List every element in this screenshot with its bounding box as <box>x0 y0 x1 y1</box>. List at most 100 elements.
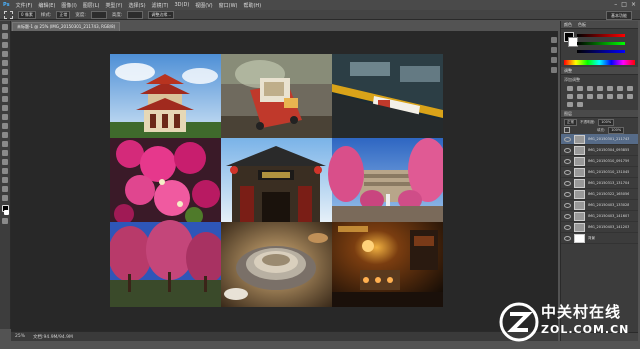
gradient-map-icon[interactable] <box>567 102 573 107</box>
workspace-select[interactable]: 基本功能 <box>606 11 632 20</box>
layer-row[interactable]: IMG_20150403_141607 <box>561 211 638 222</box>
properties-panel-icon[interactable] <box>551 47 557 53</box>
move-tool-icon[interactable] <box>2 24 8 30</box>
history-panel-icon[interactable] <box>551 37 557 43</box>
menu-3d[interactable]: 3D(D) <box>172 2 193 8</box>
width-input[interactable] <box>90 10 107 19</box>
red-slider[interactable] <box>577 34 625 37</box>
selective-color-icon[interactable] <box>577 102 583 107</box>
tab-color[interactable]: 颜色 <box>564 21 572 28</box>
menu-filter[interactable]: 滤镜(T) <box>149 2 172 9</box>
visibility-eye-icon[interactable] <box>564 169 571 175</box>
crop-icon[interactable] <box>2 60 8 66</box>
tab-swatches[interactable]: 色板 <box>578 21 586 28</box>
menu-image[interactable]: 图像(I) <box>58 2 79 9</box>
menu-window[interactable]: 窗口(W) <box>216 2 241 9</box>
zoom-level[interactable]: 25% <box>15 334 25 339</box>
background-color-swatch[interactable] <box>4 210 9 215</box>
visibility-eye-icon[interactable] <box>564 213 571 219</box>
height-input[interactable] <box>127 10 144 19</box>
blur-icon[interactable] <box>2 132 8 138</box>
layer-row[interactable]: IMG_20150313_131704 <box>561 178 638 189</box>
shape-icon[interactable] <box>2 177 8 183</box>
tab-layers[interactable]: 图层 <box>564 110 572 117</box>
green-slider[interactable] <box>577 42 625 45</box>
brush-panel-icon[interactable] <box>551 67 557 73</box>
lasso-icon[interactable] <box>2 42 8 48</box>
photo-filter-icon[interactable] <box>577 94 583 99</box>
pen-icon[interactable] <box>2 150 8 156</box>
status-bar: 25% 文档:94.9M/94.9M <box>11 331 558 341</box>
vibrance-icon[interactable] <box>607 86 613 91</box>
fill-input[interactable]: 100% <box>608 126 625 134</box>
marquee-tool-icon[interactable] <box>4 10 13 19</box>
app-logo[interactable]: Ps <box>0 2 13 8</box>
visibility-eye-icon[interactable] <box>564 136 571 142</box>
document-canvas[interactable] <box>110 54 443 307</box>
layer-row[interactable]: IMG_20150403_141203 <box>561 222 638 233</box>
brightness-icon[interactable] <box>567 86 573 91</box>
gradient-icon[interactable] <box>2 123 8 129</box>
layer-row[interactable]: IMG_20150310_091759 <box>561 156 638 167</box>
layer-row[interactable]: IMG_20150322_165056 <box>561 189 638 200</box>
clone-stamp-icon[interactable] <box>2 96 8 102</box>
eyedropper-icon[interactable] <box>2 69 8 75</box>
menu-type[interactable]: 类型(Y) <box>102 2 125 9</box>
path-select-icon[interactable] <box>2 168 8 174</box>
blue-slider[interactable] <box>577 50 625 53</box>
menu-layer[interactable]: 图层(L) <box>80 2 103 9</box>
zoom-icon[interactable] <box>2 195 8 201</box>
minimize-icon[interactable]: – <box>614 1 617 8</box>
hand-icon[interactable] <box>2 186 8 192</box>
visibility-eye-icon[interactable] <box>564 147 571 153</box>
color-lookup-icon[interactable] <box>597 94 603 99</box>
hue-saturation-icon[interactable] <box>617 86 623 91</box>
info-panel-icon[interactable] <box>551 57 557 63</box>
curves-icon[interactable] <box>587 86 593 91</box>
brush-icon[interactable] <box>2 87 8 93</box>
feather-input[interactable]: 0 像素 <box>18 10 36 19</box>
lock-icon[interactable] <box>564 127 570 133</box>
layer-row[interactable]: IMG_20150304_093855 <box>561 145 638 156</box>
healing-brush-icon[interactable] <box>2 78 8 84</box>
channel-mixer-icon[interactable] <box>587 94 593 99</box>
visibility-eye-icon[interactable] <box>564 235 571 241</box>
dodge-icon[interactable] <box>2 141 8 147</box>
visibility-eye-icon[interactable] <box>564 202 571 208</box>
menu-help[interactable]: 帮助(H) <box>240 2 264 9</box>
threshold-icon[interactable] <box>627 94 633 99</box>
opacity-input[interactable]: 100% <box>598 118 615 126</box>
layer-thumbnail <box>574 134 585 144</box>
quick-select-icon[interactable] <box>2 51 8 57</box>
visibility-eye-icon[interactable] <box>564 191 571 197</box>
history-brush-icon[interactable] <box>2 105 8 111</box>
color-spectrum[interactable] <box>564 60 635 65</box>
invert-icon[interactable] <box>607 94 613 99</box>
marquee-icon[interactable] <box>2 33 8 39</box>
layer-row[interactable]: IMG_20150301_211743 <box>561 134 638 145</box>
black-white-icon[interactable] <box>567 94 573 99</box>
refine-edge-button[interactable]: 调整边缘... <box>148 10 175 19</box>
menu-view[interactable]: 视图(V) <box>192 2 215 9</box>
exposure-icon[interactable] <box>597 86 603 91</box>
posterize-icon[interactable] <box>617 94 623 99</box>
layer-row[interactable]: 背景 <box>561 233 638 244</box>
visibility-eye-icon[interactable] <box>564 180 571 186</box>
visibility-eye-icon[interactable] <box>564 158 571 164</box>
eraser-icon[interactable] <box>2 114 8 120</box>
menu-edit[interactable]: 编辑(E) <box>35 2 58 9</box>
color-balance-icon[interactable] <box>627 86 633 91</box>
type-icon[interactable] <box>2 159 8 165</box>
menu-select[interactable]: 选择(S) <box>125 2 148 9</box>
layer-row[interactable]: IMG_20150403_133028 <box>561 200 638 211</box>
quick-mask-icon[interactable] <box>2 218 8 224</box>
blend-mode-select[interactable]: 正常 <box>564 118 577 126</box>
levels-icon[interactable] <box>577 86 583 91</box>
visibility-eye-icon[interactable] <box>564 224 571 230</box>
style-select[interactable]: 正常 <box>56 10 71 19</box>
maximize-icon[interactable]: □ <box>621 1 627 8</box>
layer-row[interactable]: IMG_20150310_131045 <box>561 167 638 178</box>
tab-adjustments[interactable]: 调整 <box>564 67 572 74</box>
close-icon[interactable]: × <box>631 1 636 8</box>
menu-file[interactable]: 文件(F) <box>13 2 36 9</box>
